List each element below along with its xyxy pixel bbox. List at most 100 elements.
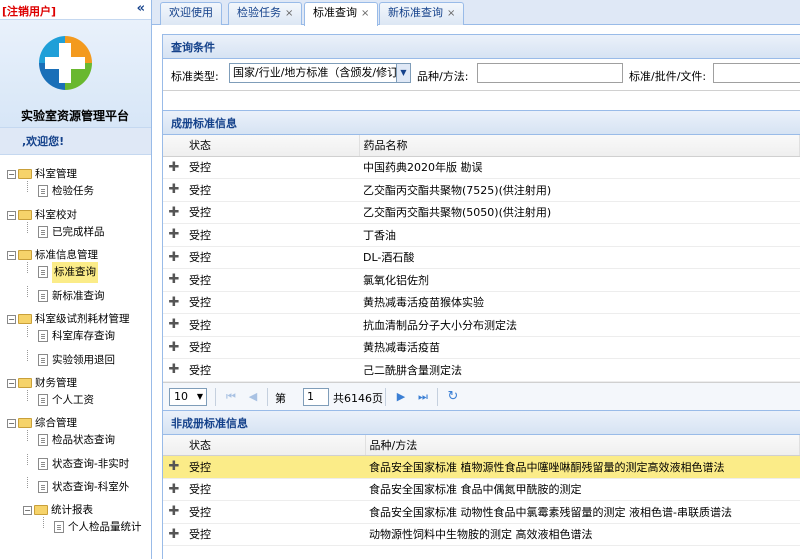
tab-3[interactable]: 新标准查询 × bbox=[379, 2, 465, 25]
tab-2[interactable]: 标准查询 × bbox=[304, 2, 379, 26]
tree-item[interactable]: 检品状态查询 bbox=[0, 430, 150, 451]
collapse-toggle-icon[interactable]: − bbox=[7, 211, 16, 220]
expand-row-icon[interactable]: ✚ bbox=[163, 478, 185, 501]
pager-separator bbox=[215, 387, 216, 406]
table-row[interactable]: ✚ 受控 乙交酯丙交酯共聚物(5050)(供注射用) bbox=[163, 201, 800, 224]
pager-separator bbox=[385, 387, 386, 406]
status-cell: 受控 bbox=[185, 523, 365, 546]
tree-item-label: 状态查询-科室外 bbox=[52, 481, 130, 493]
table-row[interactable]: ✚ 受控 食品安全国家标准 食品中偶氮甲酰胺的测定 bbox=[163, 478, 800, 501]
close-tab-icon[interactable]: × bbox=[361, 8, 369, 19]
tree-item[interactable]: 标准查询 bbox=[0, 262, 150, 283]
expand-row-icon[interactable]: ✚ bbox=[163, 246, 185, 269]
collapse-toggle-icon[interactable]: − bbox=[7, 251, 16, 260]
name-cell: 丁香油 bbox=[359, 223, 800, 247]
close-tab-icon[interactable]: × bbox=[285, 8, 293, 19]
expand-row-icon[interactable]: ✚ bbox=[163, 523, 185, 546]
tree-line bbox=[43, 517, 44, 528]
table-row[interactable]: ✚ 受控 氯氧化铝佐剂 bbox=[163, 268, 800, 292]
collapse-toggle-icon[interactable]: − bbox=[7, 379, 16, 388]
left-top-bar: [注销用户] « bbox=[0, 0, 151, 20]
next-page-icon[interactable]: ▶ bbox=[393, 389, 409, 405]
tab-0[interactable]: 欢迎使用 bbox=[160, 2, 222, 25]
tree-item[interactable]: 实验领用退回 bbox=[0, 350, 150, 371]
tree-item[interactable]: 已完成样品 bbox=[0, 222, 150, 243]
table-row[interactable]: ✚ 受控 食品安全国家标准 植物源性食品中噻唑啉酮残留量的测定高效液相色谱法 bbox=[163, 455, 800, 479]
tree-item[interactable]: 个人检品量统计 bbox=[0, 517, 150, 538]
table-row[interactable]: ✚ 受控 己二酰肼含量测定法 bbox=[163, 358, 800, 382]
registered-section-title: 成册标准信息 bbox=[163, 110, 800, 135]
tree-item-label: 标准查询 bbox=[52, 262, 98, 283]
collapse-toggle-icon[interactable]: − bbox=[7, 419, 16, 428]
page-size-select[interactable]: 10 ▼ bbox=[169, 387, 207, 406]
chevron-down-icon[interactable]: ▼ bbox=[396, 64, 410, 82]
unregistered-section-title: 非成册标准信息 bbox=[163, 409, 800, 435]
table-row[interactable]: ✚ 受控 食品安全国家标准 动物性食品中氯霉素残留量的测定 液相色谱-串联质谱法 bbox=[163, 500, 800, 524]
collapse-toggle-icon[interactable]: − bbox=[7, 315, 16, 324]
tab-1[interactable]: 检验任务 × bbox=[228, 2, 303, 25]
tab-label: 检验任务 bbox=[237, 6, 281, 19]
collapse-toggle-icon[interactable]: − bbox=[23, 506, 32, 515]
expand-row-icon[interactable]: ✚ bbox=[163, 223, 185, 247]
expand-row-icon[interactable]: ✚ bbox=[163, 178, 185, 202]
last-page-icon[interactable]: ⏭ bbox=[415, 389, 431, 405]
expand-row-icon[interactable]: ✚ bbox=[163, 358, 185, 382]
folder-icon bbox=[34, 505, 48, 515]
query-section-title: 查询条件 bbox=[163, 34, 800, 59]
document-icon bbox=[38, 458, 48, 470]
table-row[interactable]: ✚ 受控 乙交酯丙交酯共聚物(7525)(供注射用) bbox=[163, 178, 800, 202]
logout-link[interactable]: [注销用户] bbox=[2, 3, 56, 19]
expand-row-icon[interactable]: ✚ bbox=[163, 313, 185, 337]
collapse-panel-icon[interactable]: « bbox=[137, 1, 145, 16]
tree-item[interactable]: 科室库存查询 bbox=[0, 326, 150, 347]
document-icon bbox=[38, 185, 48, 197]
table-row[interactable]: ✚ 受控 黄热减毒活疫苗 bbox=[163, 336, 800, 359]
refresh-icon[interactable]: ↻ bbox=[445, 389, 461, 405]
name-header[interactable]: 药品名称 bbox=[359, 135, 800, 157]
batch-input[interactable] bbox=[713, 63, 800, 83]
expand-row-icon[interactable]: ✚ bbox=[163, 500, 185, 524]
expand-row-icon[interactable]: ✚ bbox=[163, 156, 185, 179]
name-header[interactable]: 品种/方法 bbox=[365, 434, 800, 456]
tree-item[interactable]: 个人工资 bbox=[0, 390, 150, 411]
expand-row-icon[interactable]: ✚ bbox=[163, 336, 185, 359]
tree-item-label: 个人检品量统计 bbox=[68, 521, 142, 533]
tree-item[interactable]: 新标准查询 bbox=[0, 286, 150, 307]
page-size-value: 10 bbox=[174, 389, 188, 403]
name-cell: 动物源性饲料中生物胺的测定 高效液相色谱法 bbox=[365, 523, 800, 546]
expand-row-icon[interactable]: ✚ bbox=[163, 201, 185, 224]
name-cell: 己二酰肼含量测定法 bbox=[359, 358, 800, 382]
status-cell: 受控 bbox=[185, 223, 359, 247]
status-header[interactable]: 状态 bbox=[185, 135, 360, 157]
table-row[interactable]: ✚ 受控 丁香油 bbox=[163, 223, 800, 247]
table-row[interactable]: ✚ 受控 抗血清制品分子大小分布测定法 bbox=[163, 313, 800, 337]
tree-item-label: 个人工资 bbox=[52, 394, 94, 406]
close-tab-icon[interactable]: × bbox=[447, 8, 455, 19]
prev-page-icon[interactable]: ◀ bbox=[245, 389, 261, 405]
folder-icon bbox=[18, 169, 32, 179]
standard-type-select[interactable]: 国家/行业/地方标准（含颁发/修订 ▼ bbox=[229, 63, 411, 83]
tree-item[interactable]: 检验任务 bbox=[0, 181, 150, 202]
status-header[interactable]: 状态 bbox=[185, 434, 366, 456]
tree-line bbox=[27, 222, 28, 233]
tree-item[interactable]: 状态查询-科室外 bbox=[0, 477, 150, 498]
tree-item-label: 科室库存查询 bbox=[52, 330, 115, 342]
status-cell: 受控 bbox=[185, 358, 359, 382]
pager-separator bbox=[437, 387, 438, 406]
expand-row-icon[interactable]: ✚ bbox=[163, 291, 185, 314]
first-page-icon[interactable]: ⏮ bbox=[223, 389, 239, 405]
variety-input[interactable] bbox=[477, 63, 623, 83]
collapse-toggle-icon[interactable]: − bbox=[7, 170, 16, 179]
table-row[interactable]: ✚ 受控 中国药典2020年版 勘误 bbox=[163, 156, 800, 179]
platform-title: 实验室资源管理平台 bbox=[20, 109, 129, 123]
page-number-input[interactable]: 1 bbox=[303, 387, 329, 406]
document-icon bbox=[38, 226, 48, 238]
status-cell: 受控 bbox=[185, 478, 365, 501]
tree-item[interactable]: 状态查询-非实时 bbox=[0, 454, 150, 475]
expand-row-icon[interactable]: ✚ bbox=[163, 455, 185, 479]
table-row[interactable]: ✚ 受控 动物源性饲料中生物胺的测定 高效液相色谱法 bbox=[163, 523, 800, 546]
table-row[interactable]: ✚ 受控 黄热减毒活疫苗猴体实验 bbox=[163, 291, 800, 314]
expand-row-icon[interactable]: ✚ bbox=[163, 268, 185, 292]
document-icon bbox=[38, 394, 48, 406]
table-row[interactable]: ✚ 受控 DL-酒石酸 bbox=[163, 246, 800, 269]
